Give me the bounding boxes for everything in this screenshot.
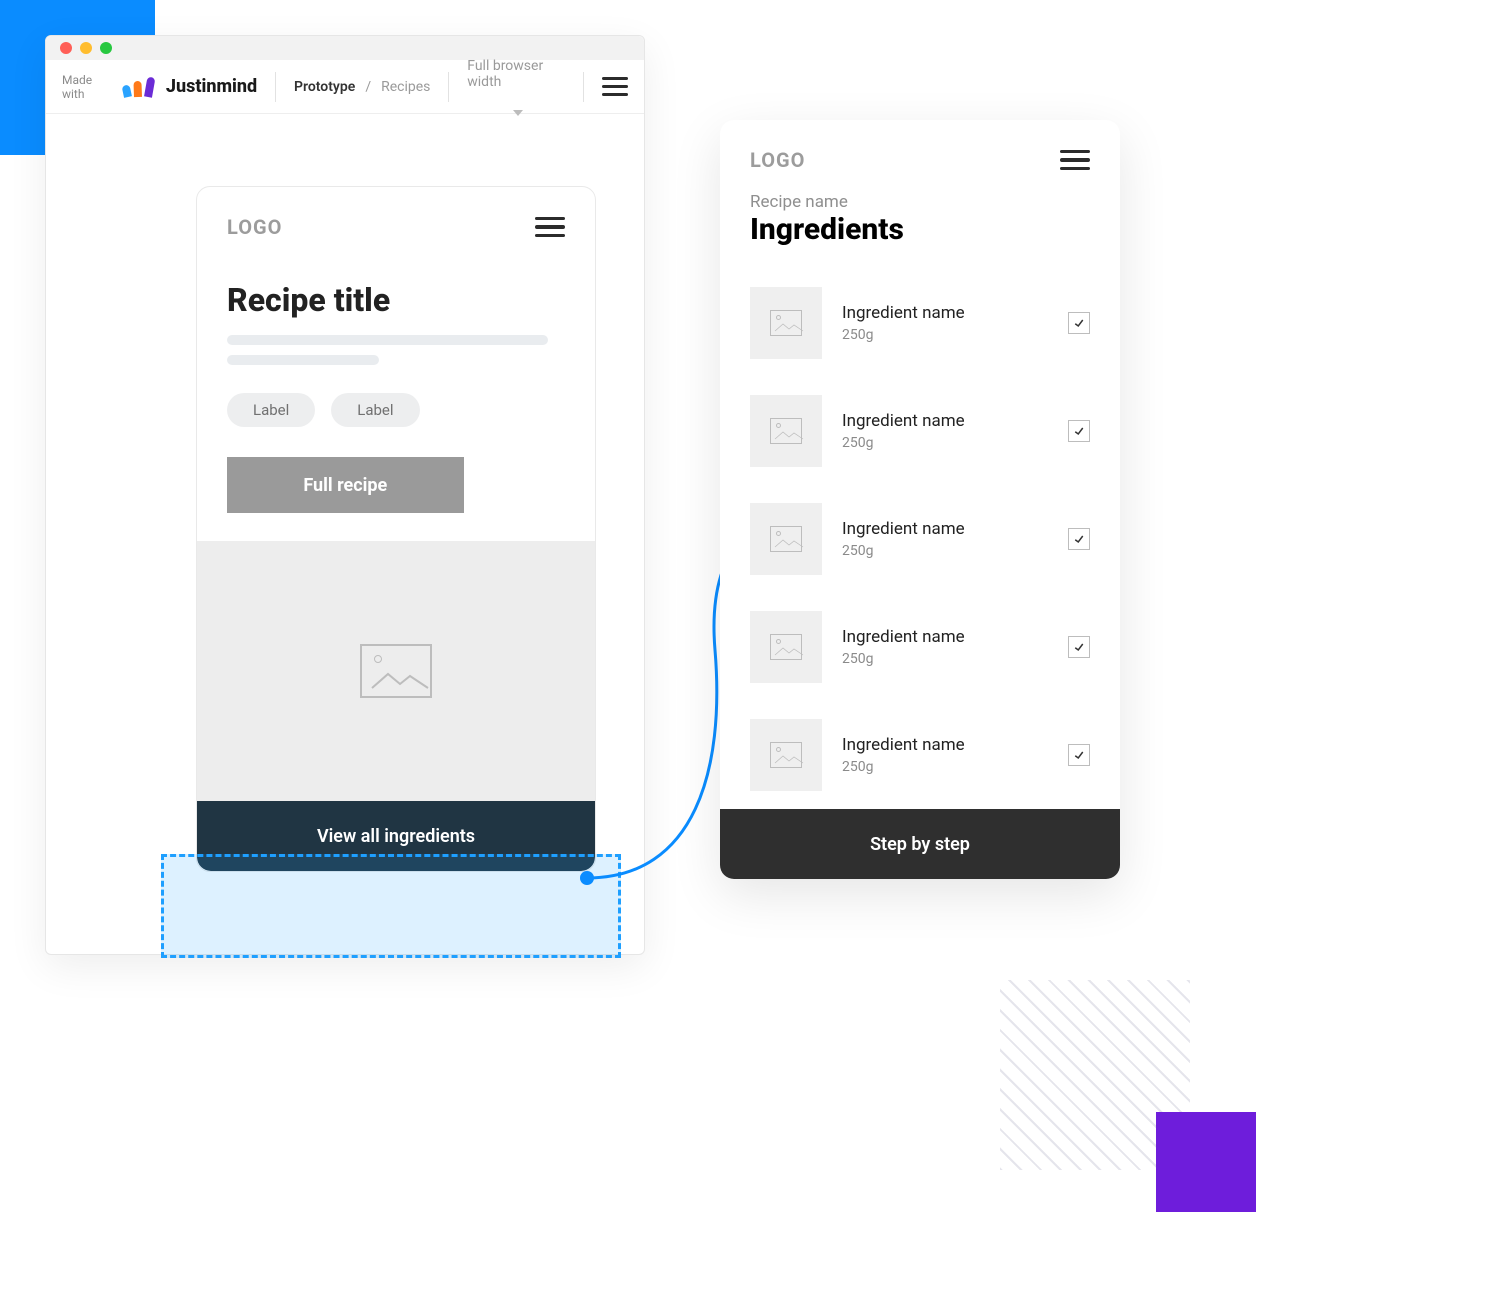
breadcrumb-sep: / [365, 79, 371, 95]
made-with-label: Made with [62, 73, 110, 101]
divider [275, 72, 276, 102]
image-icon [770, 742, 802, 768]
ingredient-quantity: 250g [842, 543, 1048, 559]
menu-button[interactable] [535, 217, 565, 238]
ingredient-row: Ingredient name 250g [750, 377, 1090, 485]
prototype-screen-ingredients: LOGO Recipe name Ingredients Ingredient … [720, 120, 1120, 879]
text-placeholder [227, 335, 548, 345]
tag-chip[interactable]: Label [331, 393, 419, 427]
ingredient-quantity: 250g [842, 651, 1048, 667]
ingredient-image-placeholder [750, 395, 822, 467]
ingredient-image-placeholder [750, 503, 822, 575]
ingredient-name: Ingredient name [842, 627, 1048, 647]
window-titlebar [46, 36, 644, 60]
ingredient-checkbox[interactable] [1068, 636, 1090, 658]
brand-name: Justinmind [166, 76, 257, 97]
prototype-screen-recipe: LOGO Recipe title Label Label Full recip… [196, 186, 596, 872]
divider [448, 72, 449, 102]
tag-chip[interactable]: Label [227, 393, 315, 427]
ingredient-row: Ingredient name 250g [750, 701, 1090, 809]
ingredient-image-placeholder [750, 287, 822, 359]
menu-button[interactable] [602, 77, 628, 96]
full-recipe-button[interactable]: Full recipe [227, 457, 464, 513]
ingredient-name: Ingredient name [842, 519, 1048, 539]
ingredient-checkbox[interactable] [1068, 528, 1090, 550]
chevron-down-icon [513, 110, 523, 116]
view-ingredients-button[interactable]: View all ingredients [197, 801, 595, 871]
decor-purple-square [1156, 1112, 1256, 1212]
window-minimize-icon[interactable] [80, 42, 92, 54]
ingredient-row: Ingredient name 250g [750, 269, 1090, 377]
window-maximize-icon[interactable] [100, 42, 112, 54]
breadcrumb-sub[interactable]: Recipes [381, 79, 430, 95]
ingredient-checkbox[interactable] [1068, 420, 1090, 442]
ingredient-name: Ingredient name [842, 411, 1048, 431]
divider [583, 72, 584, 102]
ingredient-row: Ingredient name 250g [750, 485, 1090, 593]
view-mode-label[interactable]: Full browser width [467, 58, 565, 90]
window-close-icon[interactable] [60, 42, 72, 54]
image-icon [770, 310, 802, 336]
image-icon [770, 634, 802, 660]
ingredient-quantity: 250g [842, 435, 1048, 451]
app-logo: LOGO [750, 148, 805, 172]
ingredients-heading: Ingredients [720, 212, 1120, 261]
app-logo: LOGO [227, 215, 282, 239]
ingredient-checkbox[interactable] [1068, 744, 1090, 766]
step-by-step-button[interactable]: Step by step [720, 809, 1120, 879]
image-icon [770, 526, 802, 552]
recipe-title: Recipe title [227, 281, 565, 319]
image-icon [770, 418, 802, 444]
ingredient-quantity: 250g [842, 759, 1048, 775]
hero-image-placeholder [197, 541, 595, 801]
recipe-name-label: Recipe name [720, 182, 1120, 212]
ingredient-name: Ingredient name [842, 303, 1048, 323]
image-icon [360, 644, 432, 698]
menu-button[interactable] [1060, 150, 1090, 171]
app-toolbar: Made with Justinmind Prototype / Recipes… [46, 60, 644, 114]
ingredient-row: Ingredient name 250g [750, 593, 1090, 701]
ingredient-checkbox[interactable] [1068, 312, 1090, 334]
ingredient-image-placeholder [750, 719, 822, 791]
browser-window: Made with Justinmind Prototype / Recipes… [45, 35, 645, 955]
breadcrumb-main[interactable]: Prototype [294, 79, 355, 95]
justinmind-logo-icon [124, 77, 152, 97]
text-placeholder [227, 355, 379, 365]
ingredient-image-placeholder [750, 611, 822, 683]
ingredient-quantity: 250g [842, 327, 1048, 343]
ingredient-name: Ingredient name [842, 735, 1048, 755]
ingredients-list: Ingredient name 250g Ingredient name 250… [720, 261, 1120, 809]
